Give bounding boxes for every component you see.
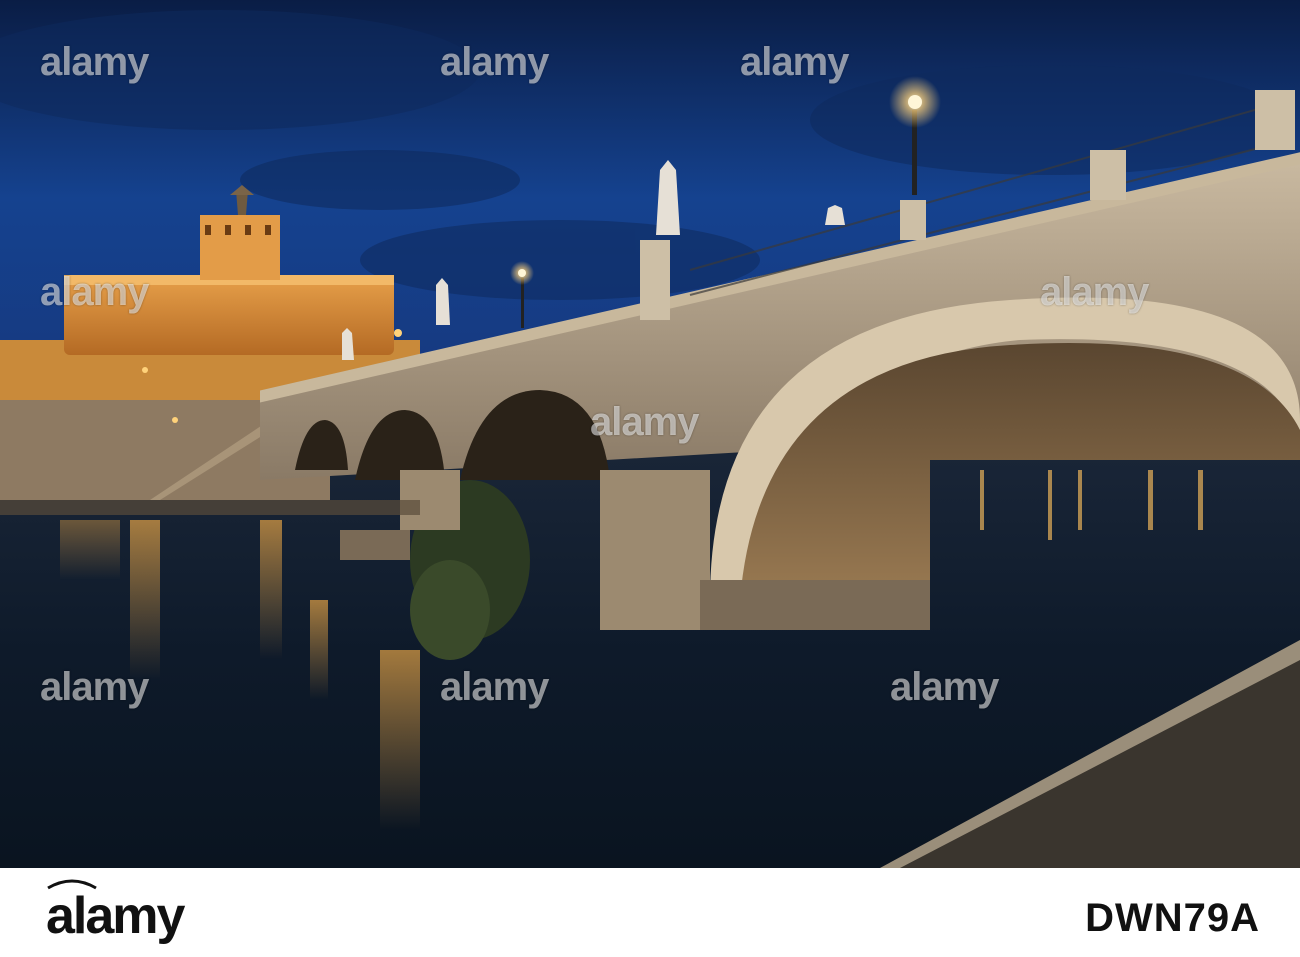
brand-logo-text: alamy <box>46 887 185 945</box>
night-photo-castle-bridge <box>0 0 1300 868</box>
image-id-code: DWN79A <box>1085 896 1260 940</box>
